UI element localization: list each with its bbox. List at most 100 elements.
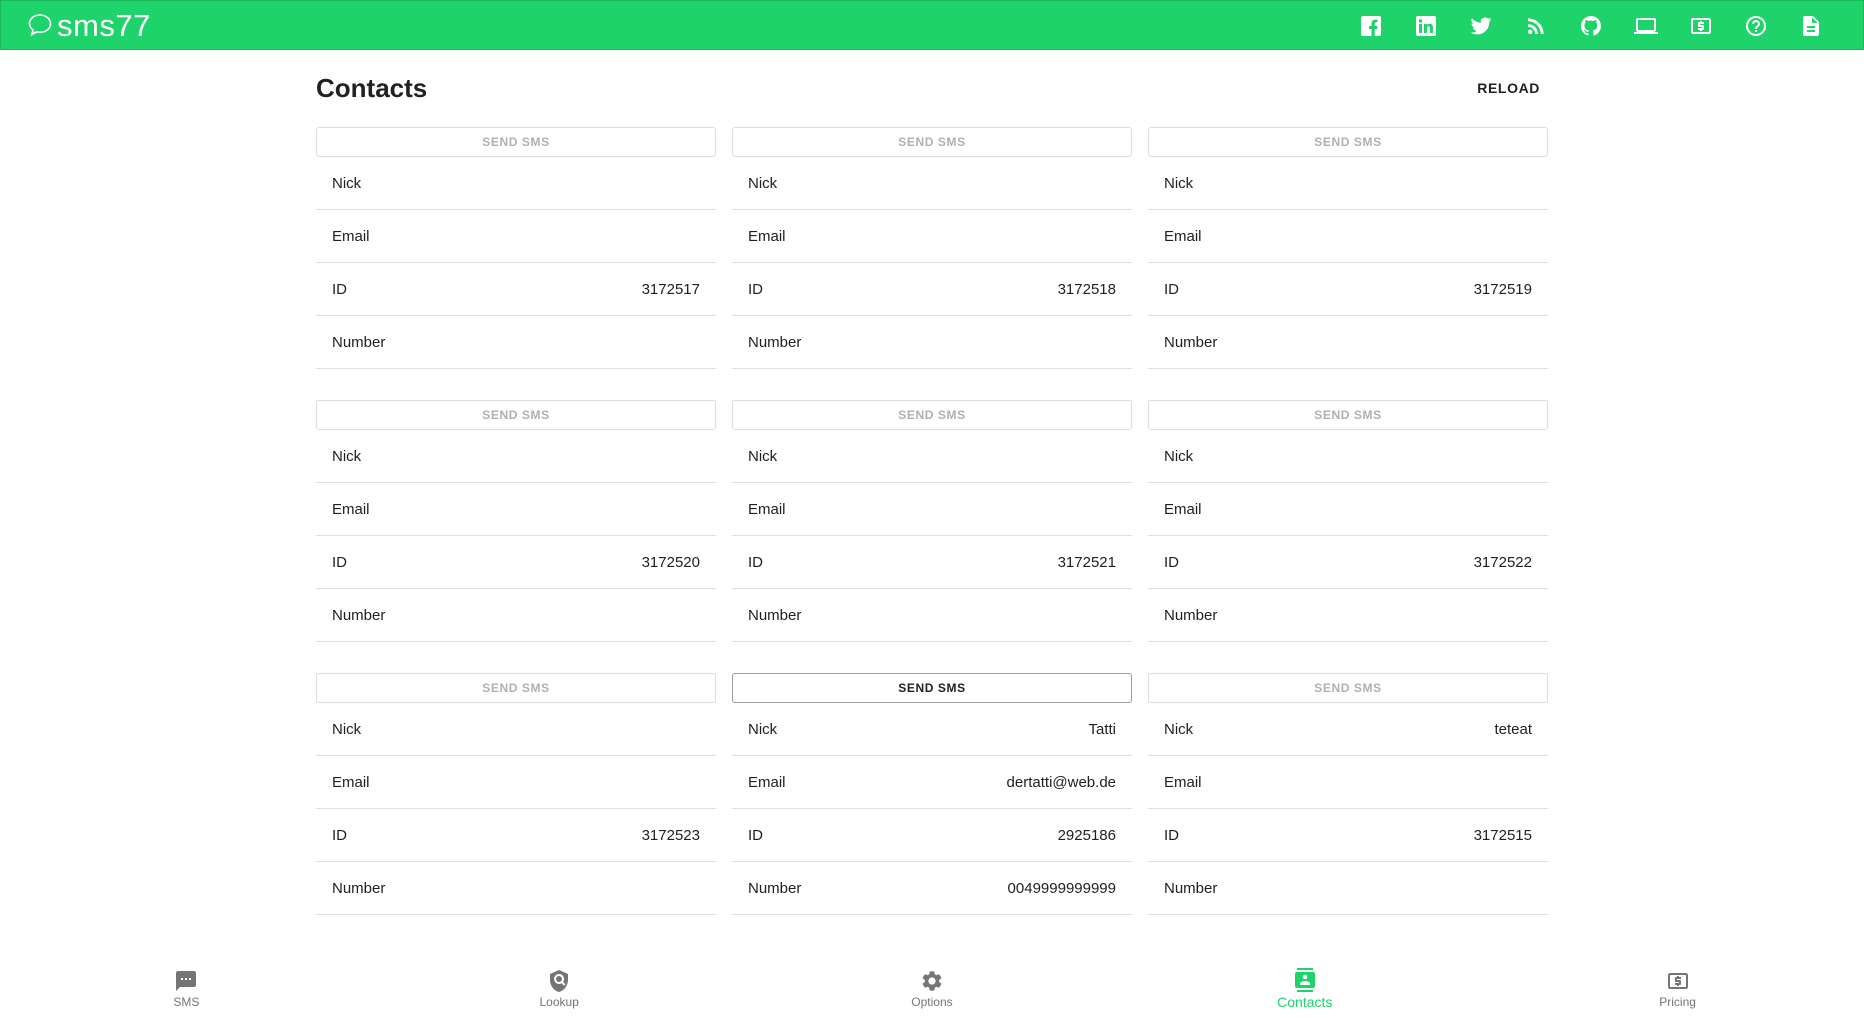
page-header: Contacts RELOAD [316, 50, 1548, 126]
number-label: Number [748, 879, 802, 897]
number-label: Number [332, 333, 386, 351]
id-label: ID [332, 280, 347, 298]
contact-nick-row: Nick [732, 430, 1132, 483]
rss-icon[interactable] [1524, 14, 1548, 38]
contact-number-row: Number [1148, 316, 1548, 369]
email-label: Email [748, 500, 786, 518]
help-icon[interactable] [1744, 14, 1768, 38]
id-label: ID [748, 280, 763, 298]
nav-lookup[interactable]: Lookup [499, 969, 619, 1009]
email-label: Email [748, 227, 786, 245]
dollar-icon[interactable] [1689, 14, 1713, 38]
nick-label: Nick [748, 720, 778, 738]
contact-card: SEND SMS Nick Tatti Email dertatti@web.d… [732, 673, 1132, 915]
contact-nick-row: Nick [1148, 430, 1548, 483]
contact-number-row: Number [316, 862, 716, 915]
id-label: ID [1164, 826, 1179, 844]
laptop-icon[interactable] [1634, 14, 1658, 38]
id-value: 3172523 [641, 826, 700, 844]
contact-card: SEND SMS Nick Email ID 3172523 Number [316, 673, 716, 915]
contact-number-row: Number [316, 316, 716, 369]
contact-nick-row: Nick [1148, 157, 1548, 210]
send-sms-button[interactable]: SEND SMS [316, 127, 716, 157]
message-icon [176, 971, 197, 991]
contact-nick-row: Nick [316, 430, 716, 483]
contact-card: SEND SMS Nick Email ID 3172520 Number [316, 400, 716, 642]
contact-email-row: Email [732, 483, 1132, 536]
email-value: dertatti@web.de [1006, 773, 1116, 791]
nick-value: Tatti [1088, 720, 1116, 738]
email-label: Email [1164, 773, 1202, 791]
nav-pricing[interactable]: Pricing [1618, 969, 1738, 1009]
send-sms-button[interactable]: SEND SMS [1148, 400, 1548, 430]
contact-number-row: Number 0049999999999 [732, 862, 1132, 915]
app-bar: sms77 [0, 0, 1864, 50]
send-sms-button[interactable]: SEND SMS [732, 400, 1132, 430]
number-label: Number [1164, 879, 1218, 897]
id-value: 3172521 [1057, 553, 1116, 571]
contact-email-row: Email dertatti@web.de [732, 756, 1132, 809]
brand-logo[interactable]: sms77 [27, 10, 151, 41]
id-label: ID [1164, 553, 1179, 571]
email-label: Email [332, 500, 370, 518]
contacts-grid: SEND SMS Nick Email ID 3172517 Number SE… [316, 127, 1548, 915]
nick-label: Nick [748, 447, 778, 465]
email-label: Email [1164, 500, 1202, 518]
reload-button[interactable]: RELOAD [1469, 72, 1548, 104]
number-label: Number [332, 606, 386, 624]
id-label: ID [748, 553, 763, 571]
contact-id-row: ID 3172518 [732, 263, 1132, 316]
contact-id-row: ID 3172520 [316, 536, 716, 589]
nick-label: Nick [332, 174, 362, 192]
number-label: Number [748, 606, 802, 624]
contact-card: SEND SMS Nick Email ID 3172522 Number [1148, 400, 1548, 642]
id-value: 2925186 [1057, 826, 1116, 844]
id-value: 3172518 [1057, 280, 1116, 298]
id-value: 3172522 [1473, 553, 1532, 571]
id-value: 3172519 [1473, 280, 1532, 298]
github-icon[interactable] [1579, 14, 1603, 38]
contact-nick-row: Nick teteat [1148, 703, 1548, 756]
twitter-icon[interactable] [1469, 14, 1493, 38]
main-content: Contacts RELOAD SEND SMS Nick Email ID 3… [316, 50, 1548, 915]
send-sms-button[interactable]: SEND SMS [732, 673, 1132, 703]
nick-label: Nick [332, 447, 362, 465]
nav-lookup-label: Lookup [539, 995, 579, 1009]
nav-sms-label: SMS [173, 995, 200, 1009]
email-label: Email [748, 773, 786, 791]
contact-number-row: Number [316, 589, 716, 642]
email-label: Email [332, 227, 370, 245]
id-label: ID [748, 826, 763, 844]
number-label: Number [1164, 333, 1218, 351]
facebook-icon[interactable] [1359, 14, 1383, 38]
bottom-navigation: SMS Lookup Options Contacts Pricing [0, 960, 1864, 1018]
nav-options[interactable]: Options [872, 969, 992, 1009]
linkedin-icon[interactable] [1414, 14, 1438, 38]
nav-sms[interactable]: SMS [126, 969, 246, 1009]
contact-email-row: Email [316, 210, 716, 263]
contact-email-row: Email [316, 483, 716, 536]
number-label: Number [332, 879, 386, 897]
send-sms-button[interactable]: SEND SMS [732, 127, 1132, 157]
send-sms-button[interactable]: SEND SMS [1148, 127, 1548, 157]
send-sms-button[interactable]: SEND SMS [316, 673, 716, 703]
lookup-icon [550, 970, 569, 992]
nick-label: Nick [1164, 174, 1194, 192]
id-value: 3172520 [641, 553, 700, 571]
send-sms-button[interactable]: SEND SMS [316, 400, 716, 430]
nav-pricing-label: Pricing [1659, 995, 1696, 1009]
contact-email-row: Email [1148, 483, 1548, 536]
contacts-icon [1294, 968, 1315, 992]
document-icon[interactable] [1799, 14, 1823, 38]
id-value: 3172515 [1473, 826, 1532, 844]
send-sms-button[interactable]: SEND SMS [1148, 673, 1548, 703]
nav-contacts-label: Contacts [1277, 994, 1333, 1010]
gear-icon [922, 971, 942, 991]
contact-nick-row: Nick [732, 157, 1132, 210]
page-title: Contacts [316, 72, 428, 103]
contact-id-row: ID 3172519 [1148, 263, 1548, 316]
contact-card: SEND SMS Nick Email ID 3172517 Number [316, 127, 716, 369]
nav-contacts[interactable]: Contacts [1245, 968, 1365, 1010]
contact-nick-row: Nick Tatti [732, 703, 1132, 756]
email-label: Email [332, 773, 370, 791]
